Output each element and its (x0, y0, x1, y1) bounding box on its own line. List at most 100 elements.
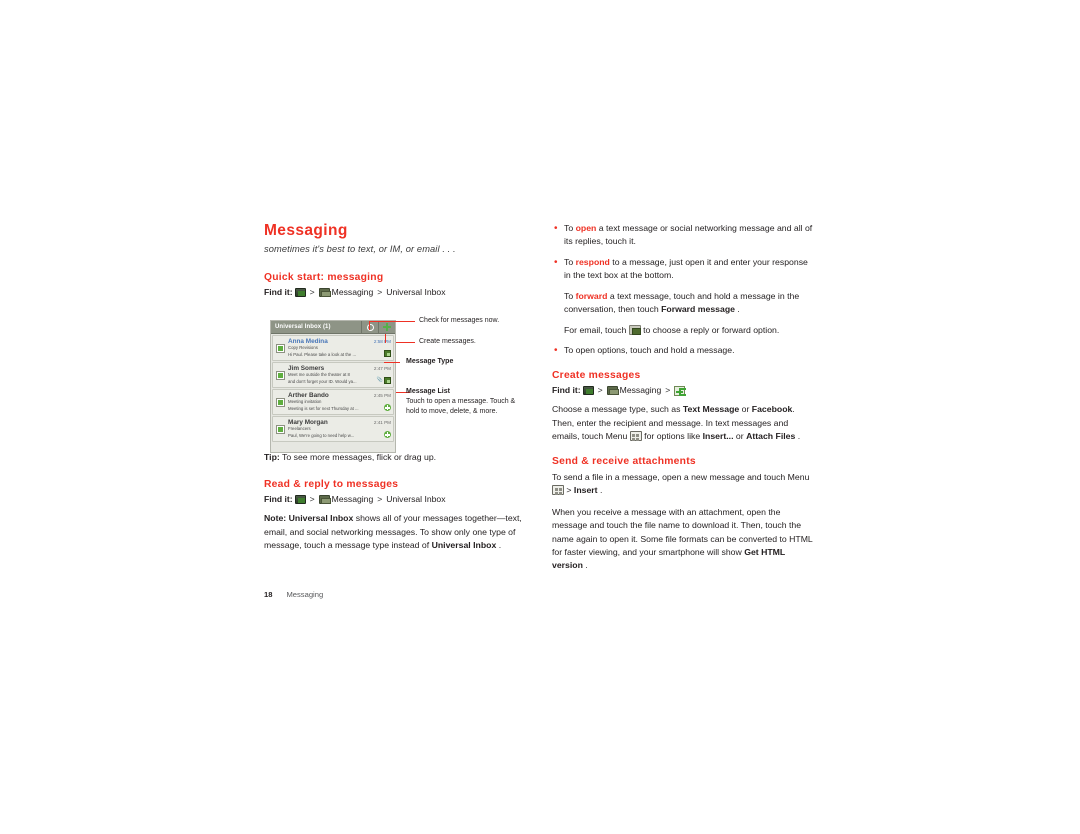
page-number: 18 (264, 590, 273, 599)
select-checkbox[interactable] (276, 371, 285, 380)
menu-icon (552, 485, 564, 496)
findit-target-label: Universal Inbox (386, 286, 446, 297)
bullet-pre-3: To open options, touch and hold a messag… (564, 345, 735, 356)
findit-label: Find it: (264, 286, 293, 297)
plus-icon (383, 323, 391, 331)
findit-path-create: Find it: > Messaging > (552, 385, 814, 397)
section-heading-quick-start: Quick start: messaging (264, 272, 384, 284)
message-snippet-row: Meeting is set for next Thursday at ... (288, 404, 391, 412)
bullet-post-1: a text message or social networking mess… (564, 223, 813, 247)
message-snippet: Paul, We're going to need help w... (288, 433, 355, 438)
cm-b: Text Message (682, 404, 740, 415)
list-item[interactable]: Arther Bando 2:45 PM Meeting invitation … (272, 389, 394, 415)
note-label: Note: (264, 513, 287, 524)
create-messages-paragraph: Choose a message type, such as Text Mess… (552, 403, 814, 443)
path-separator-4: > (377, 493, 383, 504)
sender-name: Anna Medina (288, 338, 328, 345)
messaging-app-icon (318, 288, 331, 298)
message-body: Jim Somers 2:47 PM Meet me outside the t… (288, 365, 391, 385)
menu-icon (629, 431, 642, 442)
attachments-paragraph-1: To send a file in a message, open a new … (552, 471, 814, 498)
tip-label: Tip: (264, 452, 280, 463)
path-separator-2: > (377, 286, 383, 297)
phone-screenshot-figure: Universal Inbox (1) Anna Medina 2:58 PM … (270, 320, 396, 453)
social-message-icon (384, 404, 391, 412)
callout-create-messages: Create messages. (419, 338, 476, 345)
select-checkbox[interactable] (276, 398, 285, 407)
forward-post: . (734, 304, 740, 315)
list-item[interactable]: Mary Morgan 2:41 PM Freelancers Paul, We… (272, 416, 394, 442)
list-item[interactable]: Anna Medina 2:58 PM Copy Revisions Hi Pa… (272, 335, 394, 361)
message-body: Mary Morgan 2:41 PM Freelancers Paul, We… (288, 419, 391, 439)
list-item: To open options, touch and hold a messag… (552, 343, 814, 359)
email-paragraph: For email, touch to choose a reply or fo… (564, 324, 814, 337)
sender-name: Mary Morgan (288, 419, 328, 426)
cm-h: or (733, 431, 747, 442)
manual-page: Messaging sometimes it's best to text, o… (0, 0, 1080, 834)
path-separator-5: > (597, 384, 603, 395)
message-body: Anna Medina 2:58 PM Copy Revisions Hi Pa… (288, 338, 391, 358)
social-message-icon (384, 431, 391, 439)
findit-path-quick-start: Find it: > Messaging > Universal Inbox (264, 287, 530, 299)
list-item[interactable]: Jim Somers 2:47 PM Meet me outside the t… (272, 362, 394, 388)
cm-i: Attach Files (746, 431, 796, 442)
message-time: 2:41 PM (373, 420, 391, 425)
note-tail: . (496, 540, 502, 551)
select-checkbox[interactable] (276, 425, 285, 434)
page-footer: 18 Messaging (264, 590, 323, 599)
forward-bold-term: Forward message (661, 304, 735, 315)
message-header-line: Jim Somers 2:47 PM (288, 365, 391, 372)
cm-d: Facebook (751, 404, 793, 415)
messaging-app-icon (318, 495, 331, 505)
message-snippet: Hi Paul. Please take a look at the ... (288, 352, 357, 357)
message-badges (384, 350, 391, 358)
message-snippet-row: Paul, We're going to need help w... (288, 431, 391, 439)
cm-j: . (795, 431, 801, 442)
reply-forward-icon (628, 324, 641, 335)
list-item: To respond to a message, just open it an… (552, 255, 814, 283)
findit-app-label: Messaging (331, 286, 374, 297)
attachments-paragraph-2: When you receive a message with an attac… (552, 506, 814, 573)
callout-message-type: Message Type (406, 358, 454, 365)
callout-message-list-body: Touch to open a message. Touch & hold to… (406, 398, 516, 416)
bullet-list-bottom: To open options, touch and hold a messag… (552, 343, 814, 359)
leader-line-create-v (385, 334, 386, 343)
findit-app-label-3: Messaging (619, 384, 662, 395)
page-title: Messaging (264, 222, 348, 239)
compose-button[interactable] (378, 320, 395, 334)
callout-message-list-title: Message List (406, 388, 450, 395)
message-type-icon (384, 350, 391, 358)
messaging-app-icon (606, 386, 619, 395)
select-checkbox[interactable] (276, 344, 285, 353)
bullet-pre-2: To (564, 256, 576, 267)
findit-target-label-2: Universal Inbox (386, 493, 446, 504)
section-heading-read-reply: Read & reply to messages (264, 478, 399, 490)
at-d: . (597, 485, 603, 496)
message-list[interactable]: Anna Medina 2:58 PM Copy Revisions Hi Pa… (271, 334, 395, 442)
callout-check-messages: Check for messages now. (419, 317, 500, 324)
message-header-line: Anna Medina 2:58 PM (288, 338, 391, 345)
note-term-1: Universal Inbox (288, 513, 354, 524)
home-icon (294, 288, 306, 298)
message-type-icon (384, 377, 391, 385)
footer-chapter-name: Messaging (286, 590, 324, 599)
leader-line-check-v (369, 321, 370, 330)
at-b: > (564, 485, 574, 496)
message-badges (384, 431, 391, 439)
forward-paragraph: To forward a text message, touch and hol… (564, 290, 814, 317)
bullet-pre-1: To (564, 223, 576, 233)
attachment-icon: 📎 (376, 377, 383, 384)
leader-line-check-h (369, 321, 397, 322)
findit-label-3: Find it: (552, 384, 581, 395)
cm-f: for options like (641, 431, 703, 442)
right-column: To open a text message or social network… (552, 221, 814, 581)
message-header-line: Mary Morgan 2:41 PM (288, 419, 391, 426)
message-snippet: Meeting is set for next Thursday at ... (288, 406, 359, 411)
cm-g: Insert... (702, 431, 734, 442)
path-separator-1: > (309, 286, 315, 297)
note-paragraph: Note: Universal Inbox shows all of your … (264, 512, 530, 552)
cm-a: Choose a message type, such as (552, 404, 683, 415)
bullet-red-2: respond (575, 256, 610, 267)
plus-icon (674, 385, 686, 396)
leader-line-create (396, 342, 415, 343)
